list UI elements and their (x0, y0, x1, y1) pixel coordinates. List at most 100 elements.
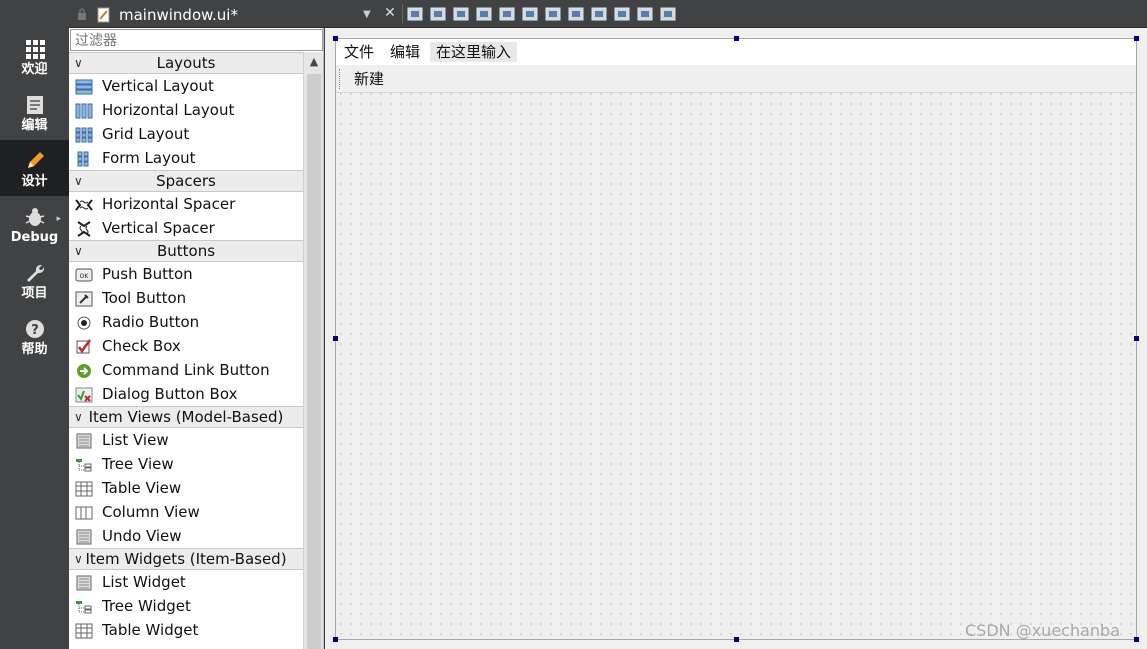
widget-item[interactable]: Command Link Button (69, 358, 303, 382)
command-link-icon (75, 362, 93, 378)
chevron-down-icon: ∨ (74, 244, 83, 258)
widget-item[interactable]: Column View (69, 500, 303, 524)
mode-label: 欢迎 (21, 62, 48, 77)
widget-item-label: Grid Layout (102, 125, 190, 143)
scroll-up-arrow-icon[interactable]: ▲ (304, 52, 324, 72)
widget-box-panel: ∨ Layouts Vertical Layout Horizontal Layout… (69, 28, 324, 649)
widget-item[interactable]: Radio Button (69, 310, 303, 334)
layout-vertical-icon[interactable] (522, 6, 538, 22)
menu-type-here-placeholder[interactable]: 在这里输入 (430, 42, 518, 62)
layout-h-splitter-icon[interactable] (545, 6, 561, 22)
layout-grid-icon[interactable] (614, 6, 630, 22)
category-header[interactable]: ∨ Item Views (Model-Based) (69, 406, 303, 428)
widget-item[interactable]: Horizontal Spacer (69, 192, 303, 216)
widget-item[interactable]: Table View (69, 476, 303, 500)
form-tool-bar: 新建 (336, 65, 1136, 93)
toolbar-grip[interactable] (339, 69, 341, 89)
selection-handle[interactable] (333, 36, 338, 41)
widget-item[interactable]: Check Box (69, 334, 303, 358)
grid-layout-icon (75, 126, 93, 143)
widget-item[interactable]: Form Layout (69, 146, 303, 170)
widget-item[interactable]: Tree Widget (69, 594, 303, 618)
layout-form-icon[interactable] (591, 6, 607, 22)
menu-edit[interactable]: 编辑 (390, 42, 420, 62)
selection-handle[interactable] (734, 36, 739, 41)
break-layout-icon[interactable] (637, 6, 653, 22)
mode-label: 帮助 (21, 342, 48, 357)
widget-item-label: Tool Button (102, 289, 187, 307)
widget-item-label: Form Layout (102, 149, 196, 167)
main-window-form[interactable]: 文件 编辑 在这里输入 新建 (335, 38, 1137, 640)
widget-item[interactable]: Undo View (69, 524, 303, 548)
selection-handle[interactable] (1134, 336, 1139, 341)
scrollbar-thumb[interactable] (307, 74, 321, 649)
widget-item-label: Vertical Spacer (102, 219, 215, 237)
menu-file[interactable]: 文件 (344, 42, 374, 62)
close-document-icon[interactable]: ✕ (382, 5, 398, 21)
widget-item[interactable]: List Widget (69, 570, 303, 594)
edit-tab-order-icon[interactable] (476, 6, 492, 22)
mode-pencil[interactable]: 设计 (0, 140, 69, 196)
widget-item[interactable]: Tool Button (69, 286, 303, 310)
tool-button-icon (75, 290, 93, 307)
widget-item-label: Tree Widget (102, 597, 191, 615)
radio-button-icon (75, 314, 93, 330)
svg-text:OK: OK (80, 273, 90, 280)
mode-help[interactable]: ? 帮助 (0, 308, 69, 364)
category-header[interactable]: ∨ Buttons (69, 240, 303, 262)
widget-list-scrollbar[interactable]: ▲ (303, 52, 323, 649)
mode-bug[interactable]: Debug ▸ (0, 196, 69, 252)
category-header[interactable]: ∨ Item Widgets (Item-Based) (69, 548, 303, 570)
chevron-down-icon: ∨ (74, 56, 83, 70)
filter-input[interactable] (70, 29, 323, 51)
table-view-icon (75, 480, 93, 497)
widget-item[interactable]: Dialog Button Box (69, 382, 303, 406)
widget-item-label: Push Button (102, 265, 193, 283)
widget-item[interactable]: Grid Layout (69, 122, 303, 146)
vertical-layout-icon (75, 78, 93, 95)
widget-item-label: Table View (102, 479, 182, 497)
widget-item-label: Dialog Button Box (102, 385, 238, 403)
mode-grid[interactable]: 欢迎 (0, 28, 69, 84)
toolbar-separator (402, 4, 403, 24)
open-document-selector[interactable]: mainwindow.ui* ▼ (73, 4, 385, 26)
edit-signals-icon[interactable] (430, 6, 446, 22)
grid-icon (24, 38, 46, 60)
layout-v-splitter-icon[interactable] (568, 6, 584, 22)
edit-buddies-icon[interactable] (453, 6, 469, 22)
widget-item[interactable]: Table Widget (69, 618, 303, 642)
widget-item[interactable]: OK Push Button (69, 262, 303, 286)
selection-handle[interactable] (333, 637, 338, 642)
widget-item[interactable]: Horizontal Layout (69, 98, 303, 122)
widget-item-label: Horizontal Layout (102, 101, 235, 119)
layout-horizontal-icon[interactable] (499, 6, 515, 22)
file-name: mainwindow.ui* (119, 6, 238, 24)
category-header[interactable]: ∨ Spacers (69, 170, 303, 192)
tree-view-icon (75, 456, 93, 472)
mode-wrench[interactable]: 项目 (0, 252, 69, 308)
check-box-icon (75, 338, 93, 354)
form-menu-bar: 文件 编辑 在这里输入 (336, 39, 1136, 65)
undo-view-icon (75, 528, 93, 545)
widget-item[interactable]: List View (69, 428, 303, 452)
list-view-icon (75, 432, 93, 449)
chevron-down-icon[interactable]: ▼ (363, 4, 371, 26)
selection-handle[interactable] (333, 336, 338, 341)
widget-item-label: Radio Button (102, 313, 200, 331)
category-header[interactable]: ∨ Layouts (69, 52, 303, 74)
widget-item[interactable]: Vertical Layout (69, 74, 303, 98)
edit-widgets-icon[interactable] (407, 6, 423, 22)
widget-item-label: Vertical Layout (102, 77, 214, 95)
widget-item[interactable]: Tree View (69, 452, 303, 476)
widget-item[interactable]: Vertical Spacer (69, 216, 303, 240)
selection-handle[interactable] (1134, 637, 1139, 642)
selection-handle[interactable] (734, 637, 739, 642)
selection-handle[interactable] (1134, 36, 1139, 41)
form-editor-area: 文件 编辑 在这里输入 新建 CSDN @xuechanba (325, 28, 1147, 649)
widget-item-label: List Widget (102, 573, 186, 591)
horizontal-spacer-icon (75, 196, 93, 212)
toolbar-action-new[interactable]: 新建 (354, 68, 384, 90)
mode-label: 编辑 (21, 118, 48, 133)
mode-document[interactable]: 编辑 (0, 84, 69, 140)
adjust-size-icon[interactable] (660, 6, 676, 22)
